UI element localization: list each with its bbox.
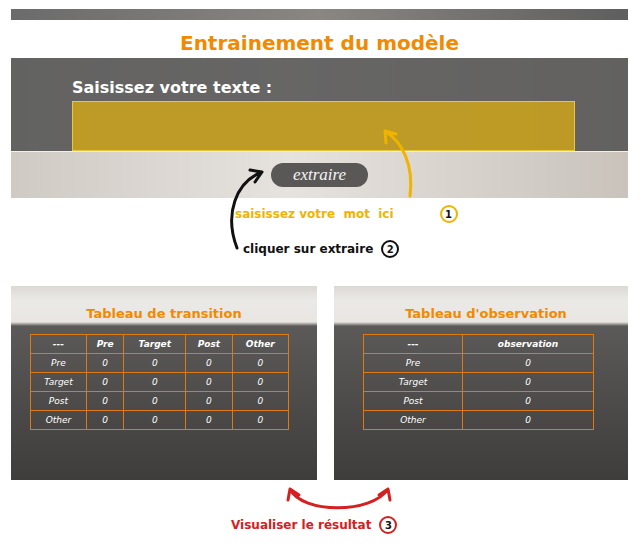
column-header: ---	[31, 335, 87, 354]
table-cell: 0	[186, 392, 232, 411]
black-arrow-icon	[232, 170, 262, 248]
column-header: observation	[463, 335, 594, 354]
results-row: Tableau de transition---PreTargetPostOth…	[11, 286, 628, 480]
table-cell: 0	[124, 392, 186, 411]
table-cell: 0	[232, 354, 288, 373]
column-header: Post	[186, 335, 232, 354]
table-cell: 0	[186, 354, 232, 373]
table-row: Post0000	[31, 392, 289, 411]
panel-title: Tableau de transition	[30, 305, 317, 323]
yellow-arrow-icon	[385, 131, 411, 196]
input-label: Saisissez votre texte :	[72, 77, 628, 99]
table-cell: 0	[86, 354, 124, 373]
table-header: ---PreTargetPostOther	[31, 335, 289, 354]
table-cell: 0	[463, 392, 594, 411]
table-cell: 0	[124, 354, 186, 373]
table-cell: 0	[232, 373, 288, 392]
table-cell: 0	[124, 411, 186, 430]
red-arrow-icon	[288, 489, 390, 508]
page-title: Entrainement du modèle	[11, 20, 628, 58]
column-header: Pre	[86, 335, 124, 354]
table-header: ---observation	[364, 335, 594, 354]
table-cell: 0	[86, 373, 124, 392]
row-label: Pre	[31, 354, 87, 373]
table-row: Pre0	[364, 354, 594, 373]
annotation-text: Visualiser le résultat	[231, 518, 371, 532]
annotation-number: 2	[381, 240, 399, 258]
button-row: extraire	[11, 152, 628, 198]
annotation-number: 1	[440, 205, 458, 223]
arrows-layer	[0, 0, 641, 557]
panel-title: Tableau d'observation	[363, 305, 628, 323]
annotation: cliquer sur extraire 2	[11, 238, 628, 260]
table-cell: 0	[124, 373, 186, 392]
table-cell: 0	[186, 411, 232, 430]
input-panel: Saisissez votre texte : extraire	[11, 58, 628, 198]
table-cell: 0	[232, 392, 288, 411]
table-row: Other0	[364, 411, 594, 430]
annotation-text: cliquer sur extraire	[243, 242, 373, 256]
table-row: Other0000	[31, 411, 289, 430]
annotation-text: saisissez votre mot ici	[235, 207, 394, 221]
table-cell: 0	[463, 373, 594, 392]
text-input[interactable]	[72, 101, 575, 151]
column-header: Other	[232, 335, 288, 354]
table-cell: 0	[186, 373, 232, 392]
input-overlay: Saisissez votre texte :	[11, 58, 628, 152]
table-cell: 0	[86, 411, 124, 430]
row-label: Pre	[364, 354, 463, 373]
column-header: ---	[364, 335, 463, 354]
table-row: Post0	[364, 392, 594, 411]
extract-button[interactable]: extraire	[271, 163, 368, 187]
annotation: Visualiser le résultat 3	[11, 514, 628, 536]
row-label: Post	[31, 392, 87, 411]
table-cell: 0	[232, 411, 288, 430]
table-cell: 0	[463, 411, 594, 430]
annotation: saisissez votre mot ici 1	[11, 203, 628, 225]
row-label: Target	[31, 373, 87, 392]
annotation-number: 3	[379, 516, 397, 534]
data-table: ---PreTargetPostOtherPre0000Target0000Po…	[30, 334, 289, 430]
data-table: ---observationPre0Target0Post0Other0	[363, 334, 594, 430]
table-row: Pre0000	[31, 354, 289, 373]
row-label: Other	[364, 411, 463, 430]
table-panel: Tableau d'observation---observationPre0T…	[334, 286, 628, 480]
table-cell: 0	[463, 354, 594, 373]
row-label: Target	[364, 373, 463, 392]
row-label: Other	[31, 411, 87, 430]
table-cell: 0	[86, 392, 124, 411]
table-row: Target0000	[31, 373, 289, 392]
table-row: Target0	[364, 373, 594, 392]
column-header: Target	[124, 335, 186, 354]
row-label: Post	[364, 392, 463, 411]
top-strip	[11, 9, 628, 20]
page: Entrainement du modèleSaisissez votre te…	[0, 0, 641, 557]
table-panel: Tableau de transition---PreTargetPostOth…	[11, 286, 317, 480]
